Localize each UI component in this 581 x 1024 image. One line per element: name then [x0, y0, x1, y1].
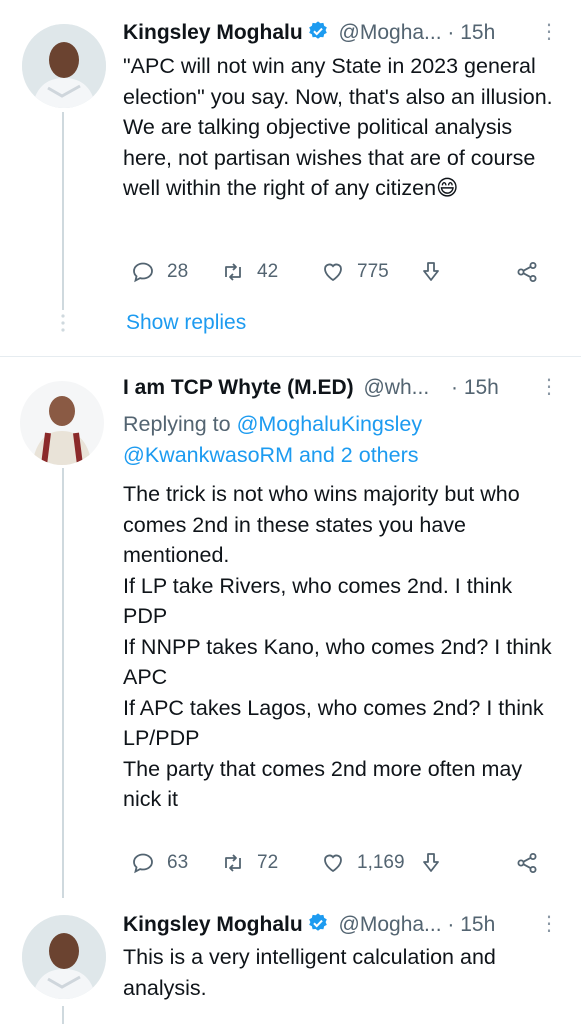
share-icon: [517, 853, 537, 873]
avatar-image: [22, 24, 106, 108]
tweet-text: The trick is not who wins majority but w…: [123, 482, 552, 811]
tweet-text: "APC will not win any State in 2023 gene…: [123, 54, 559, 200]
thread-dots: [58, 312, 68, 341]
like-icon: [324, 263, 342, 282]
more-icon[interactable]: ⋮: [539, 375, 559, 405]
author-name[interactable]: Kingsley Moghalu: [123, 913, 303, 936]
views-button[interactable]: [419, 257, 443, 287]
reply-button[interactable]: 28: [131, 257, 188, 287]
verified-badge-icon: [307, 912, 329, 940]
like-button[interactable]: 1,169: [321, 848, 405, 878]
tweet-actions: 28 42 775: [123, 257, 553, 287]
share-button[interactable]: [515, 257, 539, 287]
avatar[interactable]: [20, 381, 104, 465]
author-handle[interactable]: @wh...: [363, 376, 429, 399]
reply-mention[interactable]: @MoghaluKingsley: [237, 412, 423, 436]
retweet-count: 72: [257, 852, 279, 873]
retweet-icon: [225, 854, 241, 872]
more-icon[interactable]: ⋮: [539, 912, 559, 942]
reply-count: 63: [167, 852, 189, 873]
retweet-icon: [225, 263, 241, 281]
verified-badge-icon: [307, 20, 329, 48]
retweet-button[interactable]: 42: [221, 257, 278, 287]
reply-icon: [133, 853, 153, 874]
views-icon: [423, 853, 439, 872]
tweet-text: This is a very intelligent calculation a…: [123, 945, 502, 1000]
author-handle[interactable]: @Mogha...: [339, 913, 442, 936]
share-icon: [517, 262, 537, 282]
tweet[interactable]: Kingsley Moghalu @Mogha... · 15h ⋮ "APC …: [0, 0, 581, 350]
tweet-actions: 63 72 1,169: [123, 848, 553, 878]
avatar[interactable]: [22, 24, 106, 108]
author-handle[interactable]: @Mogha...: [339, 21, 442, 44]
tweet[interactable]: Kingsley Moghalu @Mogha... · 15h ⋮ This …: [0, 897, 581, 1024]
author-name[interactable]: I am TCP Whyte (M.ED): [123, 376, 354, 399]
like-button[interactable]: 775: [321, 257, 389, 287]
views-button[interactable]: [419, 848, 443, 878]
like-count: 1,169: [357, 852, 405, 873]
reply-mention[interactable]: @KwankwasoRM and 2 others: [123, 443, 419, 467]
retweet-button[interactable]: 72: [221, 848, 278, 878]
retweet-count: 42: [257, 261, 279, 282]
views-icon: [423, 262, 439, 281]
reply-count: 28: [167, 261, 189, 282]
author-name[interactable]: Kingsley Moghalu: [123, 21, 303, 44]
timestamp[interactable]: · 15h: [447, 913, 495, 936]
avatar[interactable]: [22, 915, 106, 999]
replying-label: Replying to: [123, 412, 231, 436]
reply-button[interactable]: 63: [131, 848, 188, 878]
avatar-image: [20, 381, 104, 465]
tweet[interactable]: I am TCP Whyte (M.ED) @wh... · 15h ⋮ Rep…: [0, 357, 581, 897]
replying-to: Replying to @MoghaluKingsley @KwankwasoR…: [123, 409, 557, 471]
show-replies-link[interactable]: Show replies: [126, 311, 246, 335]
reply-icon: [133, 262, 153, 283]
timestamp[interactable]: · 15h: [447, 21, 495, 44]
more-icon[interactable]: ⋮: [539, 20, 559, 50]
like-count: 775: [357, 261, 389, 282]
share-button[interactable]: [515, 848, 539, 878]
like-icon: [324, 854, 342, 873]
timestamp[interactable]: · 15h: [451, 376, 499, 399]
avatar-image: [22, 915, 106, 999]
